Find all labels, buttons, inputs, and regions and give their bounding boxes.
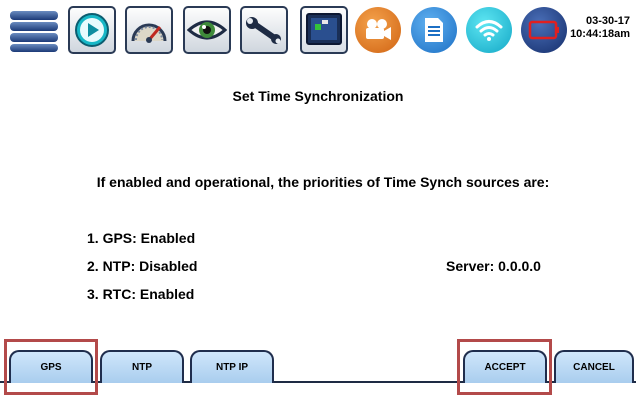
- gauge-icon[interactable]: [125, 6, 173, 54]
- monitor-icon[interactable]: [300, 6, 348, 54]
- camera-icon[interactable]: [355, 7, 401, 53]
- cancel-button[interactable]: CANCEL: [554, 350, 634, 383]
- page-title: Set Time Synchronization: [232, 88, 404, 104]
- accept-button-highlight: [457, 339, 552, 395]
- ntp-button[interactable]: NTP: [100, 350, 184, 383]
- priority-description: If enabled and operational, the prioriti…: [96, 174, 550, 190]
- gps-button-highlight: [4, 339, 98, 395]
- date-time-display: 03-30-17 10:44:18am: [560, 15, 630, 41]
- time-label: 10:44:18am: [570, 28, 630, 40]
- wifi-icon[interactable]: [466, 7, 512, 53]
- date-label: 03-30-17: [585, 15, 630, 27]
- source-rtc: 3. RTC: Enabled: [87, 286, 195, 302]
- ntp-ip-button[interactable]: NTP IP: [190, 350, 274, 383]
- menu-icon[interactable]: [9, 9, 59, 53]
- server-address: Server: 0.0.0.0: [446, 258, 541, 274]
- source-ntp: 2. NTP: Disabled: [87, 258, 198, 274]
- eye-icon[interactable]: [183, 6, 231, 54]
- source-gps: 1. GPS: Enabled: [87, 230, 196, 246]
- wrench-icon[interactable]: [240, 6, 288, 54]
- top-toolbar: 03-30-17 10:44:18am: [0, 0, 636, 62]
- play-icon[interactable]: [68, 6, 116, 54]
- document-icon[interactable]: [411, 7, 457, 53]
